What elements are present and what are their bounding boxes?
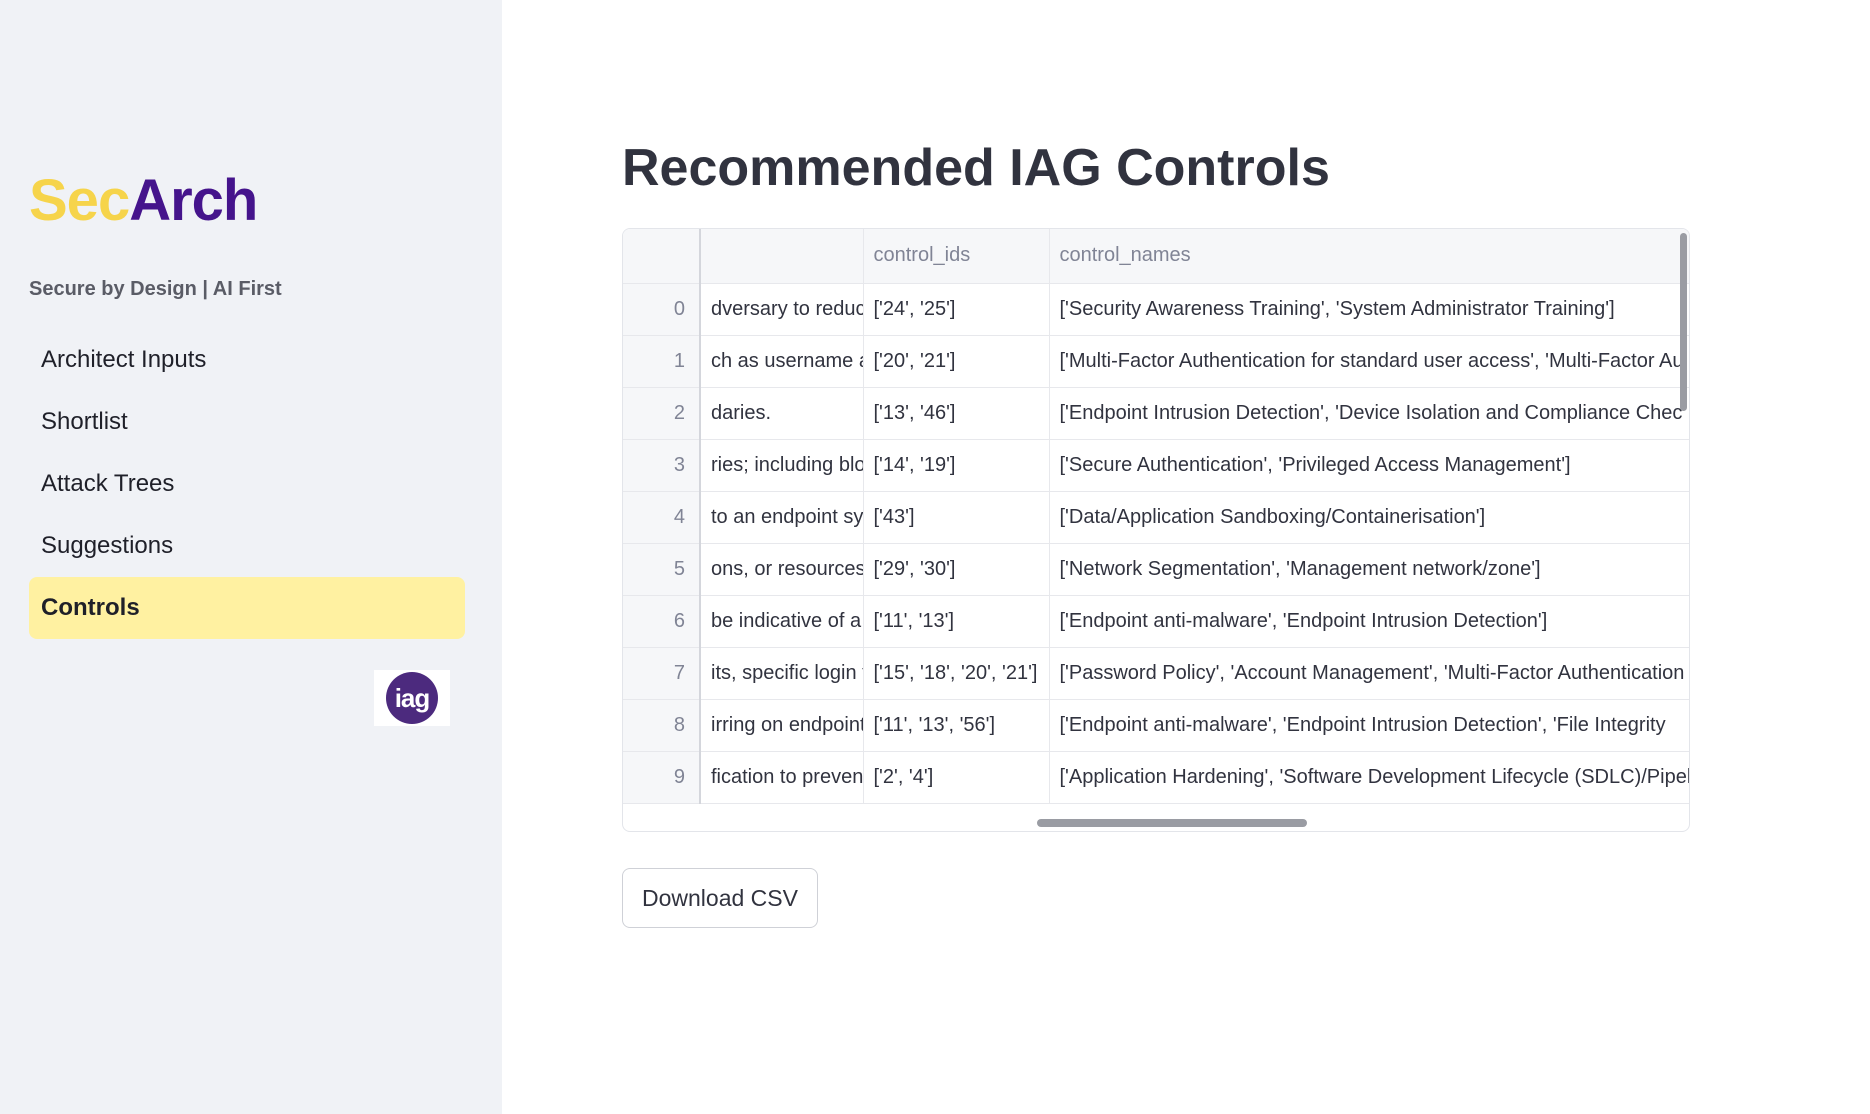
row-index: 1	[623, 335, 701, 388]
row-index: 0	[623, 283, 701, 336]
cell-control-names[interactable]: ['Password Policy', 'Account Management'…	[1049, 647, 1689, 700]
cell-control-ids[interactable]: ['14', '19']	[863, 439, 1050, 492]
cell-description[interactable]: its, specific login ti	[700, 647, 864, 700]
download-csv-button[interactable]: Download CSV	[622, 868, 818, 928]
sidebar: SecArch Secure by Design | AI First Arch…	[0, 0, 502, 1114]
cell-description[interactable]: ch as username ar	[700, 335, 864, 388]
cell-description[interactable]: ries; including bloc	[700, 439, 864, 492]
table-row: 6 be indicative of a s ['11', '13'] ['En…	[623, 595, 1689, 648]
row-index: 7	[623, 647, 701, 700]
row-index: 4	[623, 491, 701, 544]
page-title: Recommended IAG Controls	[622, 139, 1330, 197]
cell-control-names[interactable]: ['Multi-Factor Authentication for standa…	[1049, 335, 1689, 388]
cell-control-ids[interactable]: ['15', '18', '20', '21']	[863, 647, 1050, 700]
cell-control-ids[interactable]: ['11', '13']	[863, 595, 1050, 648]
table-row: 0 dversary to reduce ['24', '25'] ['Secu…	[623, 283, 1689, 336]
table-row: 3 ries; including bloc ['14', '19'] ['Se…	[623, 439, 1689, 492]
nav-item-architect-inputs[interactable]: Architect Inputs	[29, 329, 465, 391]
cell-control-names[interactable]: ['Secure Authentication', 'Privileged Ac…	[1049, 439, 1689, 492]
row-index: 9	[623, 751, 701, 804]
cell-control-ids[interactable]: ['29', '30']	[863, 543, 1050, 596]
cell-control-ids[interactable]: ['2', '4']	[863, 751, 1050, 804]
table-row: 2 daries. ['13', '46'] ['Endpoint Intrus…	[623, 387, 1689, 440]
controls-table: control_ids control_names 0 dversary to …	[623, 229, 1689, 804]
table-row: 9 fication to prevent ['2', '4'] ['Appli…	[623, 751, 1689, 804]
cell-control-ids[interactable]: ['11', '13', '56']	[863, 699, 1050, 752]
header-description[interactable]	[700, 229, 864, 284]
nav-item-suggestions[interactable]: Suggestions	[29, 515, 465, 577]
cell-control-names[interactable]: ['Network Segmentation', 'Management net…	[1049, 543, 1689, 596]
brand-part-sec: Sec	[29, 168, 130, 233]
header-index	[623, 229, 701, 284]
table-row: 8 irring on endpoint ['11', '13', '56'] …	[623, 699, 1689, 752]
table-row: 4 to an endpoint sys ['43'] ['Data/Appli…	[623, 491, 1689, 544]
cell-control-names[interactable]: ['Security Awareness Training', 'System …	[1049, 283, 1689, 336]
header-control-names[interactable]: control_names	[1049, 229, 1689, 284]
row-index: 6	[623, 595, 701, 648]
nav-item-controls[interactable]: Controls	[29, 577, 465, 639]
vertical-scrollbar[interactable]	[1680, 233, 1687, 411]
cell-control-ids[interactable]: ['24', '25']	[863, 283, 1050, 336]
cell-control-names[interactable]: ['Data/Application Sandboxing/Containeri…	[1049, 491, 1689, 544]
cell-description[interactable]: dversary to reduce	[700, 283, 864, 336]
sidebar-nav: Architect Inputs Shortlist Attack Trees …	[29, 329, 465, 639]
cell-control-names[interactable]: ['Endpoint anti-malware', 'Endpoint Intr…	[1049, 595, 1689, 648]
cell-description[interactable]: irring on endpoint	[700, 699, 864, 752]
cell-control-names[interactable]: ['Application Hardening', 'Software Deve…	[1049, 751, 1689, 804]
iag-logo-icon: iag	[386, 672, 438, 724]
cell-control-names[interactable]: ['Endpoint Intrusion Detection', 'Device…	[1049, 387, 1689, 440]
nav-item-shortlist[interactable]: Shortlist	[29, 391, 465, 453]
cell-control-ids[interactable]: ['20', '21']	[863, 335, 1050, 388]
nav-item-attack-trees[interactable]: Attack Trees	[29, 453, 465, 515]
table-row: 7 its, specific login ti ['15', '18', '2…	[623, 647, 1689, 700]
row-index: 5	[623, 543, 701, 596]
header-control-ids[interactable]: control_ids	[863, 229, 1050, 284]
row-index: 8	[623, 699, 701, 752]
tagline: Secure by Design | AI First	[29, 278, 282, 300]
horizontal-scrollbar[interactable]	[1037, 819, 1307, 827]
cell-description[interactable]: to an endpoint sys	[700, 491, 864, 544]
cell-description[interactable]: fication to prevent	[700, 751, 864, 804]
brand-part-arch: Arch	[129, 168, 258, 233]
cell-control-ids[interactable]: ['43']	[863, 491, 1050, 544]
cell-description[interactable]: ons, or resources. U	[700, 543, 864, 596]
table-header-row: control_ids control_names	[623, 229, 1689, 284]
cell-control-names[interactable]: ['Endpoint anti-malware', 'Endpoint Intr…	[1049, 699, 1689, 752]
controls-data-grid[interactable]: control_ids control_names 0 dversary to …	[622, 228, 1690, 832]
table-row: 5 ons, or resources. U ['29', '30'] ['Ne…	[623, 543, 1689, 596]
cell-control-ids[interactable]: ['13', '46']	[863, 387, 1050, 440]
table-row: 1 ch as username ar ['20', '21'] ['Multi…	[623, 335, 1689, 388]
row-index: 2	[623, 387, 701, 440]
cell-description[interactable]: daries.	[700, 387, 864, 440]
row-index: 3	[623, 439, 701, 492]
iag-logo: iag	[374, 670, 450, 726]
brand-logo: SecArch	[29, 172, 258, 230]
cell-description[interactable]: be indicative of a s	[700, 595, 864, 648]
